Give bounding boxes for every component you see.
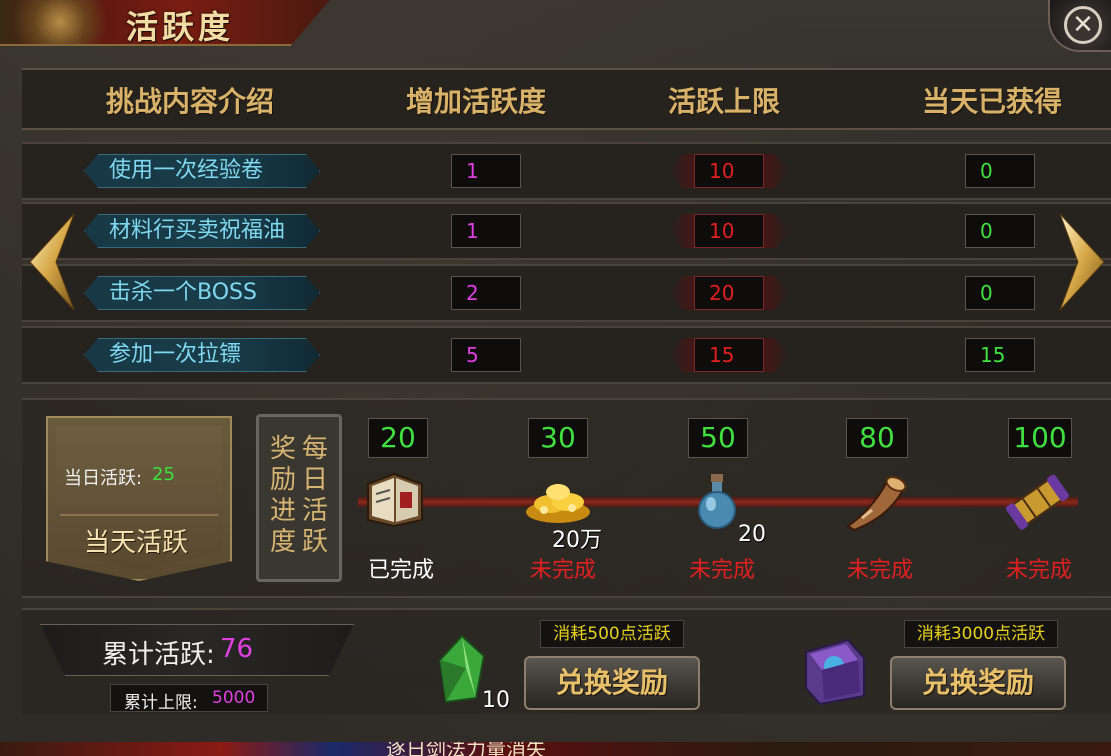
row-add-value: 1 <box>451 154 521 188</box>
milestone-threshold: 100 <box>1008 418 1072 458</box>
daily-activity-value: 25 <box>152 464 175 485</box>
tab-text-reward-progress: 奖励进度 <box>269 434 296 557</box>
header-today: 当天已获得 <box>922 85 1063 118</box>
row-today-value: 15 <box>965 338 1035 372</box>
cumulative-value: 76 <box>220 634 254 664</box>
milestone-quantity: 20万 <box>552 528 602 553</box>
row-today-value: 0 <box>965 154 1035 188</box>
green-crystal-icon[interactable] <box>436 634 488 704</box>
row-name: 材料行买卖祝福油 <box>84 214 320 248</box>
row-limit-value: 10 <box>694 214 764 248</box>
daily-banner-title: 当天活跃 <box>84 528 189 558</box>
row-add-value: 2 <box>451 276 521 310</box>
row-name: 参加一次拉镖 <box>84 338 320 372</box>
tab-text-daily-activity: 每日活跃 <box>301 434 328 557</box>
milestone-threshold: 30 <box>528 418 588 458</box>
exchange-reward-button[interactable]: 兑换奖励 <box>524 656 700 710</box>
milestone-threshold: 80 <box>846 418 908 458</box>
cumulative-cap-label: 累计上限: <box>124 693 198 713</box>
milestone-status: 未完成 <box>847 558 914 583</box>
milestone-quantity: 20 <box>738 522 766 547</box>
milestone-threshold: 20 <box>368 418 428 458</box>
row-add-value: 1 <box>451 214 521 248</box>
milestone-status: 已完成 <box>368 558 435 583</box>
potion-icon[interactable] <box>694 472 740 530</box>
header-limit: 活跃上限 <box>668 85 781 118</box>
panel-title: 活跃度 <box>126 8 235 46</box>
book-icon[interactable] <box>362 470 428 530</box>
horn-icon[interactable] <box>842 470 912 532</box>
exchange-cost-tag: 消耗500点活跃 <box>540 620 684 648</box>
scroll-icon[interactable] <box>1000 470 1076 536</box>
milestone-status: 未完成 <box>530 558 597 583</box>
bottom-hud-strip <box>0 742 1111 756</box>
next-page-arrow-icon[interactable] <box>1052 214 1111 310</box>
row-name: 击杀一个BOSS <box>84 276 320 310</box>
row-add-value: 5 <box>451 338 521 372</box>
close-icon[interactable]: ✕ <box>1064 6 1102 44</box>
cumulative-label: 累计活跃: <box>102 640 215 670</box>
header-content: 挑战内容介绍 <box>106 85 275 118</box>
dragon-ornament-icon <box>0 0 120 44</box>
row-limit-value: 10 <box>694 154 764 188</box>
milestone-status: 未完成 <box>1006 558 1073 583</box>
banner-divider <box>60 514 218 516</box>
row-today-value: 0 <box>965 276 1035 310</box>
exchange-quantity: 10 <box>482 688 510 713</box>
row-limit-value: 15 <box>694 338 764 372</box>
cumulative-cap-value: 5000 <box>212 688 256 708</box>
daily-activity-label: 当日活跃: <box>64 468 143 489</box>
prev-page-arrow-icon[interactable] <box>22 214 82 310</box>
header-add: 增加活跃度 <box>406 85 547 118</box>
gold-pile-icon[interactable] <box>524 478 592 524</box>
milestone-status: 未完成 <box>689 558 756 583</box>
exchange-reward-button[interactable]: 兑换奖励 <box>890 656 1066 710</box>
row-limit-value: 20 <box>694 276 764 310</box>
skill-book-icon[interactable] <box>798 636 868 706</box>
row-name: 使用一次经验卷 <box>84 154 320 188</box>
exchange-cost-tag: 消耗3000点活跃 <box>904 620 1058 648</box>
milestone-threshold: 50 <box>688 418 748 458</box>
bottom-notice-text: 逐日剑法力量消失 <box>386 742 546 756</box>
row-today-value: 0 <box>965 214 1035 248</box>
